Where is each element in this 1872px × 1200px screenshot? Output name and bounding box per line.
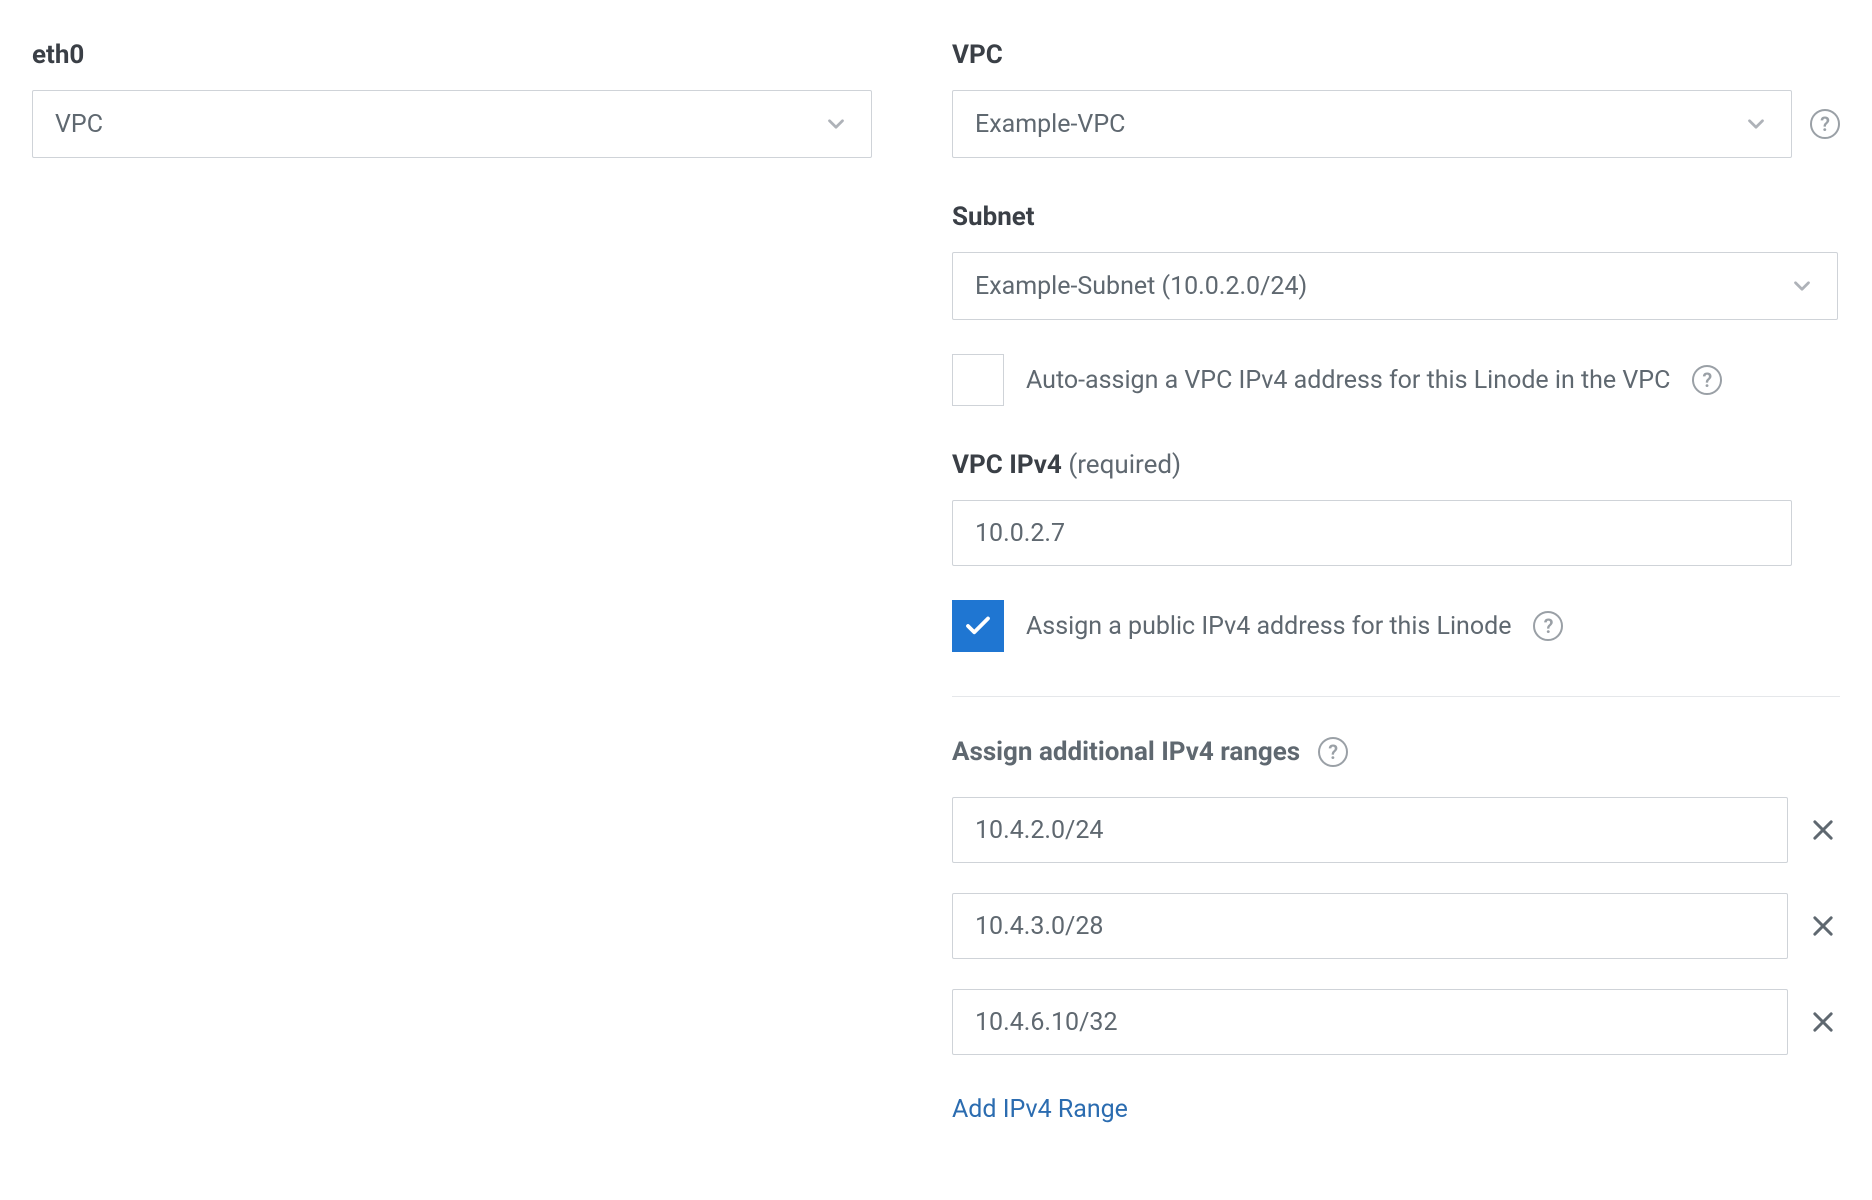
eth0-select-value: VPC (55, 110, 103, 139)
remove-range-button[interactable] (1806, 1005, 1840, 1039)
chevron-down-icon (1743, 111, 1769, 137)
public-ipv4-label: Assign a public IPv4 address for this Li… (1026, 612, 1511, 641)
help-icon[interactable]: ? (1533, 611, 1563, 641)
auto-assign-label: Auto-assign a VPC IPv4 address for this … (1026, 366, 1670, 395)
ipv4-range-input[interactable] (952, 893, 1788, 959)
chevron-down-icon (823, 111, 849, 137)
section-divider (952, 696, 1840, 697)
ipv4-range-input[interactable] (952, 989, 1788, 1055)
help-icon[interactable]: ? (1810, 109, 1840, 139)
public-ipv4-checkbox[interactable] (952, 600, 1004, 652)
eth0-label: eth0 (32, 40, 872, 70)
auto-assign-checkbox[interactable] (952, 354, 1004, 406)
subnet-select-value: Example-Subnet (10.0.2.0/24) (975, 272, 1307, 301)
vpc-select-value: Example-VPC (975, 110, 1125, 139)
help-icon[interactable]: ? (1692, 365, 1722, 395)
ranges-heading-row: Assign additional IPv4 ranges ? (952, 737, 1840, 767)
subnet-select[interactable]: Example-Subnet (10.0.2.0/24) (952, 252, 1838, 320)
remove-range-button[interactable] (1806, 813, 1840, 847)
ipv4-range-input[interactable] (952, 797, 1788, 863)
remove-range-button[interactable] (1806, 909, 1840, 943)
ranges-heading: Assign additional IPv4 ranges (952, 737, 1300, 767)
vpc-ipv4-input[interactable] (952, 500, 1792, 566)
vpc-label: VPC (952, 40, 1840, 70)
eth0-select[interactable]: VPC (32, 90, 872, 158)
chevron-down-icon (1789, 273, 1815, 299)
ipv4-range-row (952, 893, 1840, 959)
vpc-ipv4-label: VPC IPv4 (required) (952, 450, 1840, 480)
add-ipv4-range-button[interactable]: Add IPv4 Range (952, 1095, 1128, 1124)
vpc-select[interactable]: Example-VPC (952, 90, 1792, 158)
vpc-ipv4-label-text: VPC IPv4 (952, 450, 1062, 480)
ipv4-range-row (952, 989, 1840, 1055)
ipv4-range-row (952, 797, 1840, 863)
vpc-ipv4-required: (required) (1068, 450, 1181, 480)
help-icon[interactable]: ? (1318, 737, 1348, 767)
subnet-label: Subnet (952, 202, 1840, 232)
